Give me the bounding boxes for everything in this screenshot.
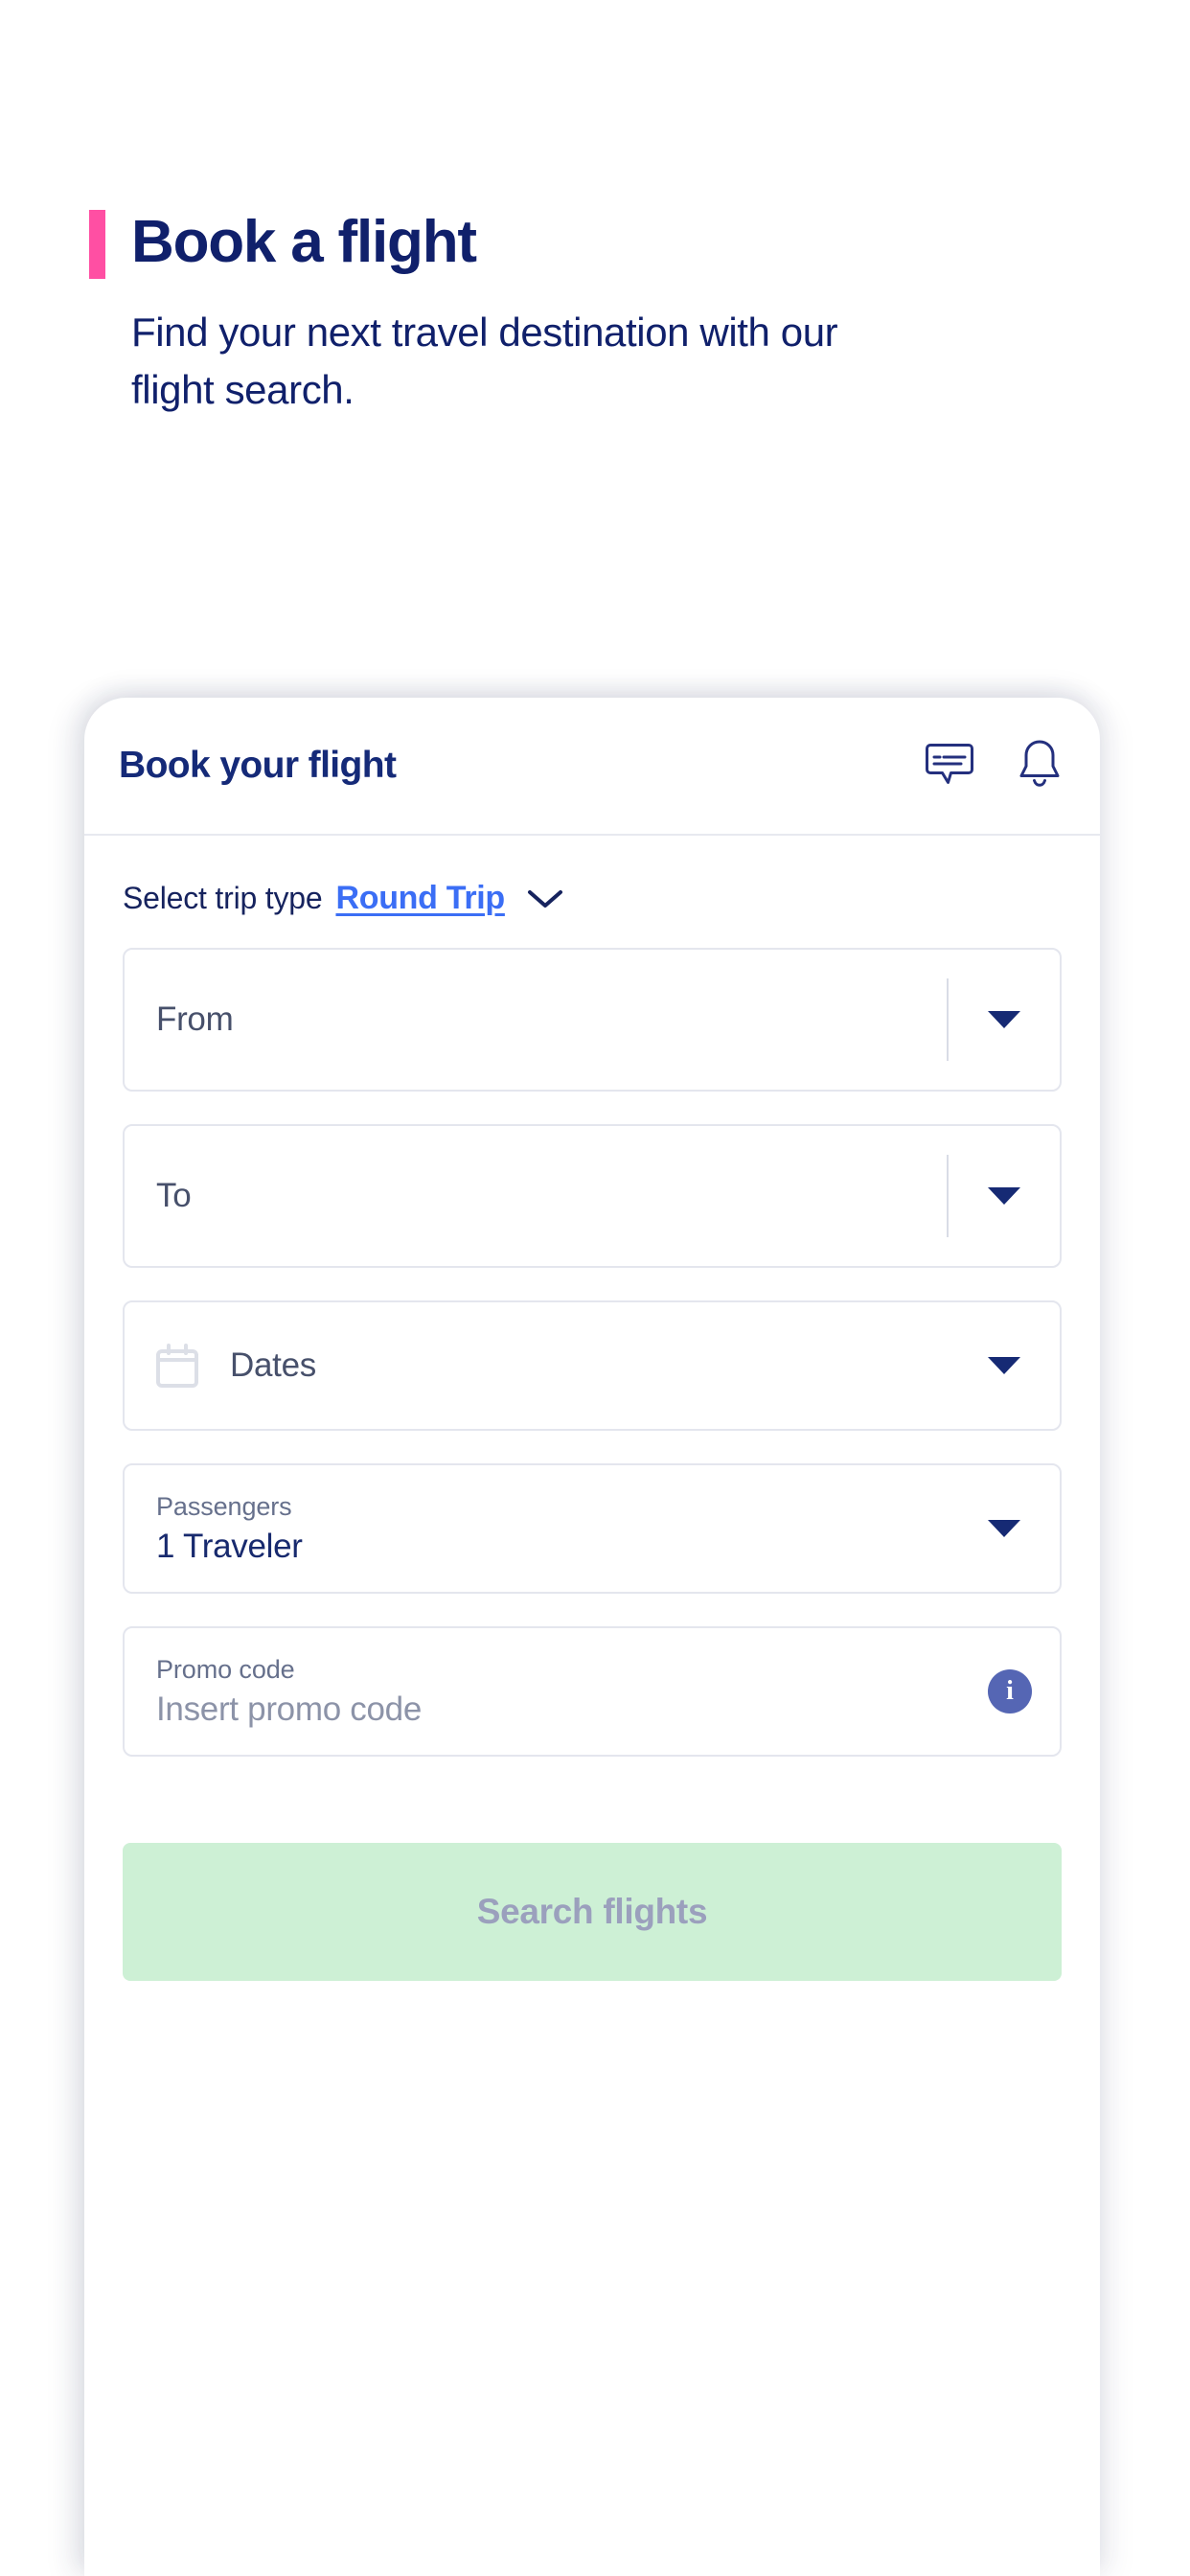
trip-type-label: Select trip type xyxy=(123,881,323,915)
dates-dropdown-button[interactable] xyxy=(949,1357,1060,1374)
to-dropdown-button[interactable] xyxy=(949,1187,1060,1205)
promo-code-input[interactable]: Insert promo code xyxy=(156,1690,422,1729)
card-title: Book your flight xyxy=(119,745,397,786)
calendar-icon xyxy=(156,1344,198,1388)
header-icon-group xyxy=(922,738,1067,794)
from-field[interactable]: From xyxy=(123,948,1062,1092)
chat-icon xyxy=(926,741,973,792)
trip-type-row[interactable]: Select trip type Round Trip xyxy=(84,836,1100,917)
caret-down-icon xyxy=(988,1011,1020,1028)
chat-icon-button[interactable] xyxy=(922,738,977,794)
caret-down-icon xyxy=(988,1520,1020,1537)
caret-down-icon xyxy=(988,1187,1020,1205)
dates-field[interactable]: Dates xyxy=(123,1300,1062,1431)
passengers-field-inner: Passengers 1 Traveler xyxy=(125,1492,949,1566)
search-flights-button[interactable]: Search flights xyxy=(123,1843,1062,1981)
to-field-inner: To xyxy=(125,1177,947,1215)
passengers-stack: Passengers 1 Traveler xyxy=(156,1492,303,1566)
passengers-value: 1 Traveler xyxy=(156,1527,303,1565)
passengers-dropdown-button[interactable] xyxy=(949,1520,1060,1537)
dates-field-inner: Dates xyxy=(125,1344,949,1388)
to-field[interactable]: To xyxy=(123,1124,1062,1268)
promo-code-label: Promo code xyxy=(156,1654,295,1684)
accent-bar xyxy=(89,210,105,279)
submit-section: Search flights xyxy=(84,1789,1100,1981)
page-root: Book a flight Find your next travel dest… xyxy=(0,0,1190,2576)
bell-icon xyxy=(1018,739,1062,794)
search-form: From To Dates Passengers 1 Traveler Prom… xyxy=(84,948,1100,1757)
booking-card: Book your flight Select trip type Round … xyxy=(84,698,1100,2576)
bell-icon-button[interactable] xyxy=(1012,738,1067,794)
to-placeholder: To xyxy=(156,1177,192,1214)
card-header: Book your flight xyxy=(84,698,1100,836)
hero-section: Book a flight Find your next travel dest… xyxy=(0,206,1190,419)
promo-code-field[interactable]: Promo code Insert promo code i xyxy=(123,1626,1062,1757)
passengers-label: Passengers xyxy=(156,1491,292,1521)
chevron-down-icon[interactable] xyxy=(526,887,564,910)
promo-code-stack: Promo code Insert promo code xyxy=(156,1655,422,1729)
passengers-field[interactable]: Passengers 1 Traveler xyxy=(123,1463,1062,1594)
page-subtitle: Find your next travel destination with o… xyxy=(131,310,838,412)
from-field-inner: From xyxy=(125,1000,947,1039)
page-title: Book a flight xyxy=(131,209,477,275)
caret-down-icon xyxy=(988,1357,1020,1374)
promo-info-button[interactable]: i xyxy=(960,1669,1060,1714)
info-icon: i xyxy=(988,1669,1032,1714)
from-dropdown-button[interactable] xyxy=(949,1011,1060,1028)
promo-code-field-inner: Promo code Insert promo code xyxy=(125,1655,960,1729)
hero-title-row: Book a flight xyxy=(0,206,1190,279)
from-placeholder: From xyxy=(156,1000,234,1038)
dates-placeholder: Dates xyxy=(230,1346,316,1384)
trip-type-value[interactable]: Round Trip xyxy=(335,880,505,917)
